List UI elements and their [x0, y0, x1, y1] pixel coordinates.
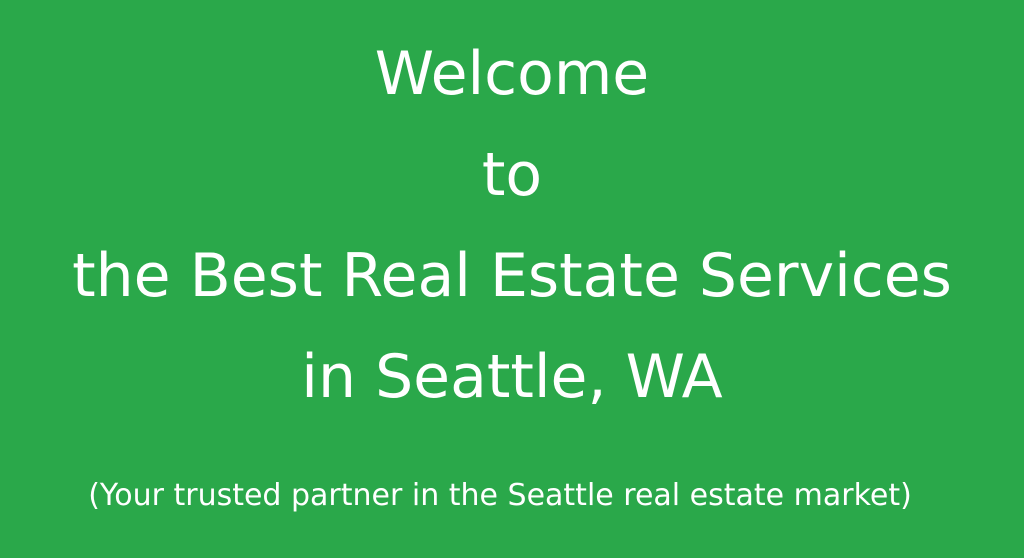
- welcome-banner: Welcome to the Best Real Estate Services…: [0, 0, 1024, 558]
- headline-line-welcome: Welcome: [374, 39, 650, 109]
- headline-line-location: in Seattle, WA: [301, 342, 723, 412]
- headline: Welcome to the Best Real Estate Services…: [0, 24, 1024, 428]
- headline-line-services: the Best Real Estate Services: [72, 241, 952, 311]
- tagline: (Your trusted partner in the Seattle rea…: [88, 478, 912, 513]
- headline-line-to: to: [481, 140, 543, 210]
